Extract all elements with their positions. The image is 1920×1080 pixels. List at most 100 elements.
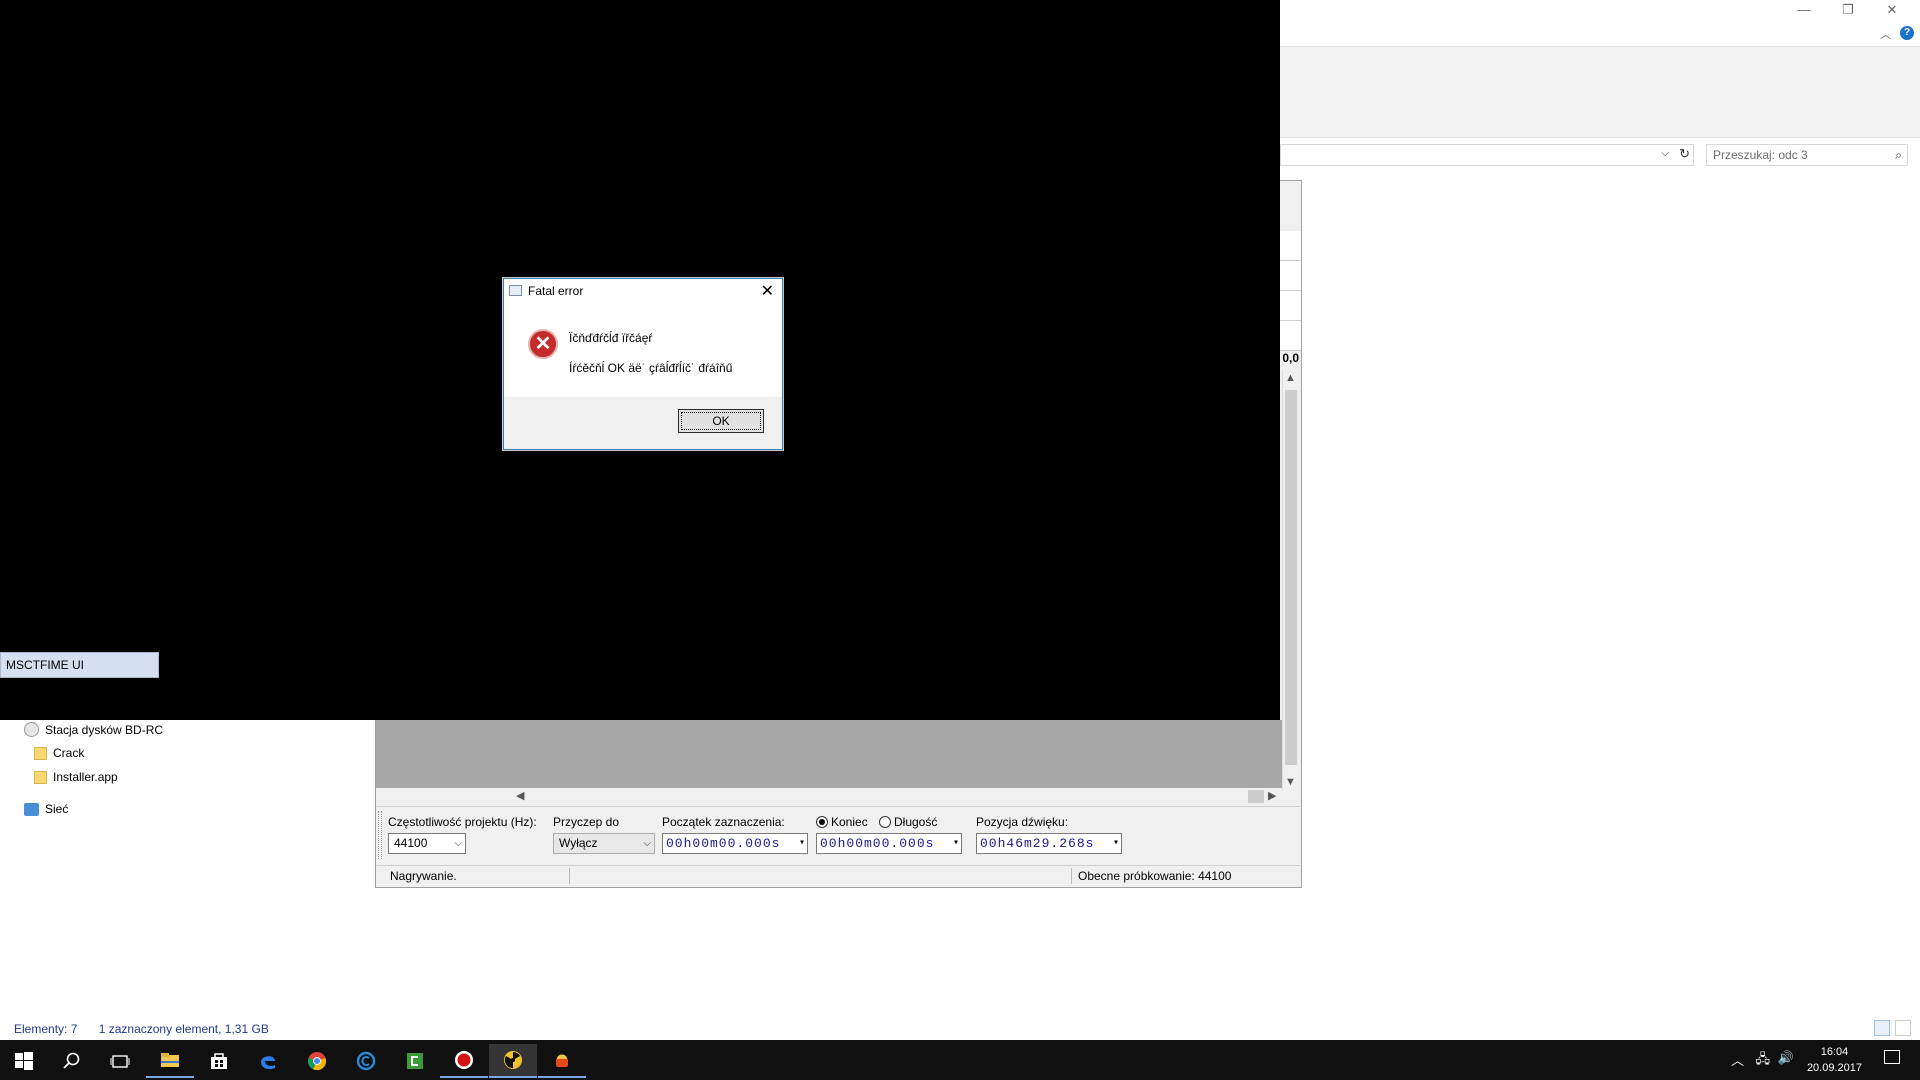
dropdown-arrow-icon[interactable]: ▾	[799, 834, 806, 853]
error-instruction: Íŕćěčňĺ OK äë˙ çŕâĺđřĺíč˙ đŕáîňű	[569, 361, 733, 375]
error-message: Ïčňďđŕčĺđ ïřčáęŕ	[569, 331, 653, 345]
refresh-icon[interactable]: ↻	[1679, 146, 1690, 162]
record-icon	[455, 1051, 473, 1069]
dialog-titlebar[interactable]: Fatal error ✕	[504, 279, 782, 303]
task-view-icon	[110, 1055, 130, 1068]
network-icon[interactable]: 🖧	[1756, 1050, 1771, 1072]
project-rate-select[interactable]: 44100 ⌵	[388, 833, 466, 854]
selection-start-time[interactable]: 00h00m00.000s ▾	[662, 833, 808, 854]
nav-item-folder[interactable]: Installer.app	[34, 770, 118, 784]
scroll-left-icon[interactable]: ◀	[516, 789, 524, 802]
camtasia-icon	[407, 1053, 423, 1069]
status-separator	[569, 868, 570, 884]
details-view-icon[interactable]	[1874, 1020, 1890, 1036]
volume-icon[interactable]: 🔊	[1778, 1050, 1794, 1066]
dropdown-arrow-icon[interactable]: ▾	[953, 834, 960, 853]
audio-position-value: 00h46m29.268s	[980, 836, 1095, 851]
minimize-button[interactable]: —	[1784, 0, 1824, 20]
scroll-thumb[interactable]	[1248, 790, 1264, 803]
ruler-cell	[1279, 291, 1301, 321]
close-icon[interactable]: ✕	[761, 281, 774, 301]
horizontal-scrollbar[interactable]: ◀ ▶	[376, 788, 1282, 805]
selection-end-value: 00h00m00.000s	[820, 836, 935, 851]
search-icon[interactable]: ⌕	[1895, 145, 1902, 165]
toolbar-grip[interactable]	[378, 811, 382, 859]
large-icons-view-icon[interactable]	[1895, 1020, 1912, 1036]
ccleaner-icon	[356, 1051, 376, 1071]
snap-select[interactable]: Wyłącz ⌵	[553, 833, 655, 854]
ruler-cell	[1279, 321, 1301, 351]
notifications-icon[interactable]	[1884, 1050, 1900, 1064]
help-icon[interactable]: ?	[1900, 26, 1914, 40]
folder-icon	[34, 770, 47, 784]
close-button[interactable]: ✕	[1872, 0, 1912, 20]
scroll-right-icon[interactable]: ▶	[1268, 789, 1276, 802]
clock[interactable]: 16:04 20.09.2017	[1807, 1044, 1862, 1076]
ribbon	[1280, 46, 1920, 138]
restore-button[interactable]: ❐	[1828, 0, 1868, 20]
folder-icon	[161, 1053, 179, 1067]
clock-date: 20.09.2017	[1806, 1062, 1862, 1074]
collapse-ribbon-icon[interactable]: ︿	[1880, 26, 1891, 42]
track-ruler-column: 0,0	[1279, 181, 1301, 381]
radio-unselected-icon	[879, 816, 891, 828]
address-bar[interactable]: ⌵ ↻	[1280, 144, 1694, 166]
scroll-thumb[interactable]	[1285, 390, 1297, 765]
clock-time: 16:04	[1820, 1046, 1849, 1058]
audio-position-label: Pozycja dźwięku:	[976, 815, 1069, 829]
start-button[interactable]	[0, 1044, 48, 1078]
ok-button[interactable]: OK	[678, 409, 764, 433]
audio-position-time[interactable]: 00h46m29.268s ▾	[976, 833, 1122, 854]
scroll-down-icon[interactable]: ▼	[1285, 776, 1296, 788]
project-rate-value: 44100	[394, 836, 428, 850]
network-icon	[24, 802, 39, 816]
chrome-taskbar[interactable]	[293, 1044, 341, 1078]
waveform-area[interactable]	[376, 720, 1282, 788]
app-icon	[509, 285, 522, 296]
search-button[interactable]	[48, 1044, 96, 1078]
disc-drive-icon	[24, 722, 39, 737]
audio-status-bar: Nagrywanie. Obecne próbkowanie: 44100	[376, 865, 1300, 886]
nav-item-label: Sieć	[45, 802, 69, 816]
scroll-up-icon[interactable]: ▲	[1285, 372, 1296, 384]
chevron-down-icon[interactable]: ⌵	[1661, 148, 1669, 159]
nav-item-label: Crack	[53, 746, 85, 760]
task-view-button[interactable]	[96, 1044, 144, 1078]
dropdown-arrow-icon[interactable]: ▾	[1113, 834, 1120, 853]
store-icon	[211, 1053, 227, 1069]
edge-taskbar[interactable]	[244, 1044, 292, 1078]
radiation-icon	[504, 1051, 522, 1069]
selection-info: 1 zaznaczony element, 1,31 GB	[98, 1022, 269, 1036]
length-radio[interactable]: Długość	[879, 815, 937, 829]
edge-icon	[261, 1056, 275, 1070]
file-explorer-taskbar[interactable]	[146, 1044, 194, 1078]
nuclear-app-taskbar[interactable]	[489, 1044, 537, 1078]
nav-item-network[interactable]: Sieć	[24, 802, 68, 816]
error-icon: ✕	[528, 329, 558, 359]
search-icon	[63, 1052, 80, 1069]
ruler-cell	[1279, 231, 1301, 261]
dialog-footer: OK	[504, 397, 782, 449]
radio-selected-icon	[816, 816, 828, 828]
ccleaner-taskbar[interactable]	[342, 1044, 390, 1078]
view-buttons	[1872, 1020, 1912, 1039]
windows-icon	[15, 1052, 33, 1070]
chevron-down-icon: ⌵	[454, 838, 462, 849]
end-radio[interactable]: Koniec	[816, 815, 868, 829]
recorder-taskbar[interactable]	[440, 1044, 488, 1078]
fatal-error-dialog: Fatal error ✕ ✕ Ïčňďđŕčĺđ ïřčáęŕ Íŕćěčňĺ…	[503, 278, 783, 450]
length-radio-label: Długość	[894, 815, 938, 829]
dialog-title: Fatal error	[528, 284, 584, 298]
nav-item-folder[interactable]: Crack	[34, 746, 84, 760]
camtasia-taskbar[interactable]	[391, 1044, 439, 1078]
nav-item-drive[interactable]: Stacja dysków BD-RC	[24, 722, 163, 737]
nav-item-label: Installer.app	[53, 770, 118, 784]
explorer-status-bar: Elementy: 7 1 zaznaczony element, 1,31 G…	[14, 1022, 269, 1036]
selection-start-label: Początek zaznaczenia:	[662, 815, 785, 829]
game-app-taskbar[interactable]	[538, 1044, 586, 1078]
vertical-scrollbar[interactable]: ▲ ▼	[1282, 370, 1299, 790]
store-taskbar[interactable]	[195, 1044, 243, 1078]
search-input[interactable]: Przeszukaj: odc 3 ⌕	[1706, 144, 1908, 166]
selection-end-time[interactable]: 00h00m00.000s ▾	[816, 833, 962, 854]
chevron-up-icon[interactable]: ︿	[1731, 1050, 1744, 1069]
